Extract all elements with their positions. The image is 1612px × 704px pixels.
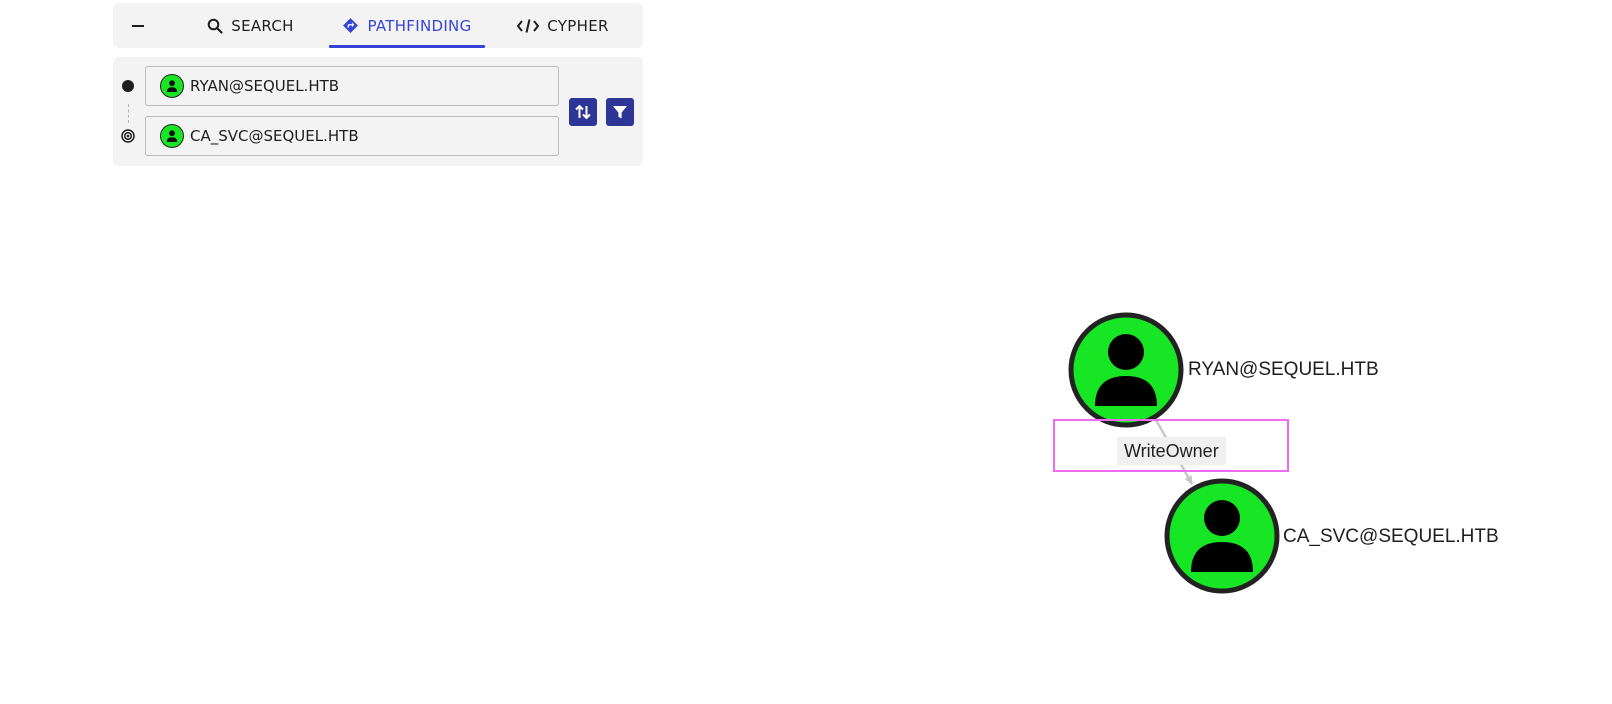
target-node-value: CA_SVC@SEQUEL.HTB bbox=[190, 127, 359, 145]
tab-cypher-label: CYPHER bbox=[547, 16, 609, 35]
node-ryan[interactable] bbox=[1068, 312, 1184, 428]
collapse-button[interactable] bbox=[113, 3, 163, 48]
start-node-value: RYAN@SEQUEL.HTB bbox=[190, 77, 340, 95]
node-ca-svc-label: CA_SVC@SEQUEL.HTB bbox=[1283, 526, 1499, 547]
node-ca-svc[interactable] bbox=[1164, 478, 1280, 594]
tab-pathfinding[interactable]: PATHFINDING bbox=[329, 3, 485, 48]
user-icon bbox=[160, 124, 184, 148]
filter-icon bbox=[613, 106, 627, 119]
tab-search-label: SEARCH bbox=[231, 16, 294, 35]
path-connector bbox=[128, 104, 129, 123]
start-node-input[interactable]: RYAN@SEQUEL.HTB bbox=[145, 66, 559, 106]
search-icon bbox=[207, 18, 223, 34]
swap-nodes-button[interactable] bbox=[569, 98, 597, 126]
pathfinding-panel: RYAN@SEQUEL.HTB CA_SVC@SEQUEL.HTB bbox=[113, 57, 643, 166]
edge-filter-button[interactable] bbox=[606, 98, 634, 126]
target-icon bbox=[121, 129, 135, 143]
directions-icon bbox=[343, 18, 359, 33]
code-icon bbox=[517, 18, 540, 33]
explore-tab-bar: SEARCH PATHFINDING CYPHER bbox=[113, 3, 643, 48]
swap-vertical-icon bbox=[575, 104, 591, 120]
node-ryan-label: RYAN@SEQUEL.HTB bbox=[1188, 359, 1379, 380]
minus-icon bbox=[132, 24, 144, 27]
target-node-input[interactable]: CA_SVC@SEQUEL.HTB bbox=[145, 116, 559, 156]
edge-writeowner-label[interactable]: WriteOwner bbox=[1117, 437, 1226, 465]
tab-cypher[interactable]: CYPHER bbox=[498, 3, 628, 48]
tab-search[interactable]: SEARCH bbox=[183, 3, 318, 48]
start-node-marker bbox=[122, 80, 134, 92]
user-icon bbox=[160, 74, 184, 98]
bloodhound-canvas: SEARCH PATHFINDING CYPHER RYAN@SEQUEL.HT… bbox=[0, 0, 1612, 704]
tab-pathfinding-label: PATHFINDING bbox=[367, 16, 472, 35]
